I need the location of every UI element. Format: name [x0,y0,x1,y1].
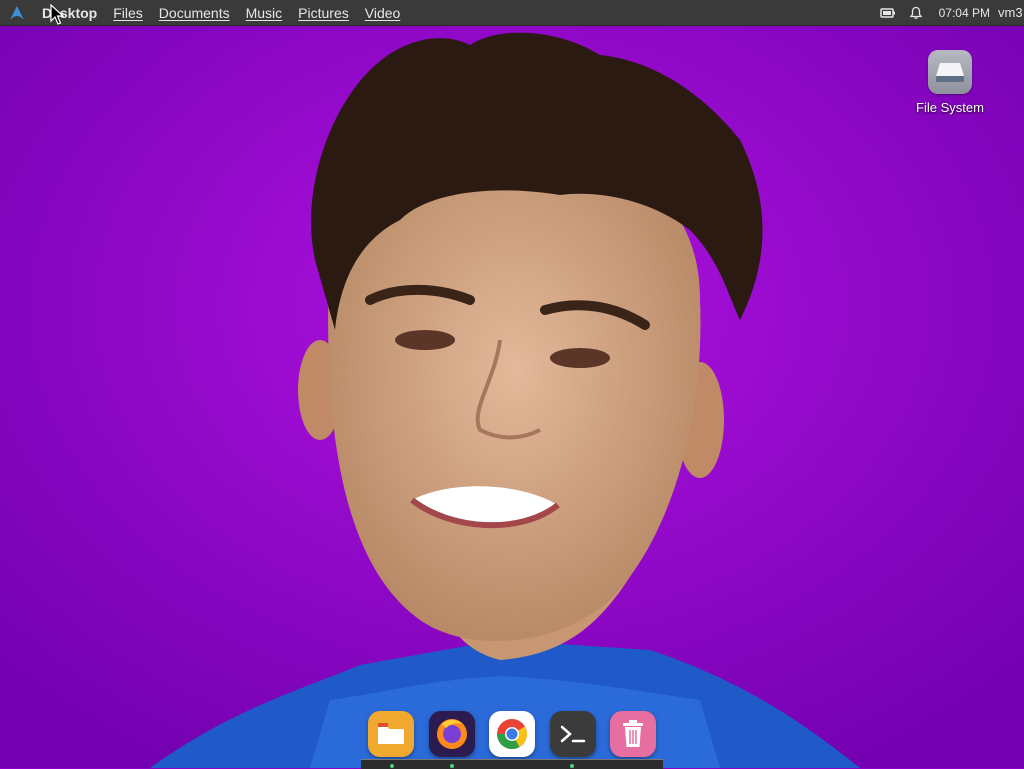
dock [362,706,662,762]
mouse-cursor [50,4,64,25]
top-panel: Desktop Files Documents Music Pictures V… [0,0,1024,26]
menu-item-video[interactable]: Video [357,0,409,26]
menu-item-documents[interactable]: Documents [151,0,238,26]
dock-terminal-button[interactable] [549,711,596,757]
clock[interactable]: 07:04 PM [939,6,990,20]
files-running-indicator [390,764,394,768]
places-menu: Desktop Files Documents Music Pictures V… [34,0,408,26]
file-system-desktop-icon[interactable]: File System [906,50,994,122]
arch-logo-icon[interactable] [0,0,34,26]
firefox-icon [436,719,467,749]
menu-item-desktop[interactable]: Desktop [34,0,105,26]
drive-icon [928,50,972,94]
chrome-icon [497,719,528,750]
dock-trash-button[interactable] [610,711,656,757]
chrome-running-indicator [450,764,454,768]
terminal-icon [560,725,585,743]
desktop-wallpaper [0,0,1024,768]
menu-item-pictures[interactable]: Pictures [290,0,357,26]
menu-item-music[interactable]: Music [238,0,291,26]
dock-chrome-button[interactable] [489,711,535,757]
folder-icon [378,723,404,744]
battery-icon[interactable] [877,0,899,26]
username[interactable]: vm3 [998,5,1024,20]
dock-files-button[interactable] [368,711,414,757]
desktop-icon-label: File System [916,100,984,115]
dock-firefox-button[interactable] [428,711,475,757]
bell-icon[interactable] [905,0,927,26]
terminal-running-indicator [570,764,574,768]
menu-item-files[interactable]: Files [105,0,151,26]
trash-icon [623,720,643,747]
system-tray: 07:04 PM vm3 [877,0,1024,26]
